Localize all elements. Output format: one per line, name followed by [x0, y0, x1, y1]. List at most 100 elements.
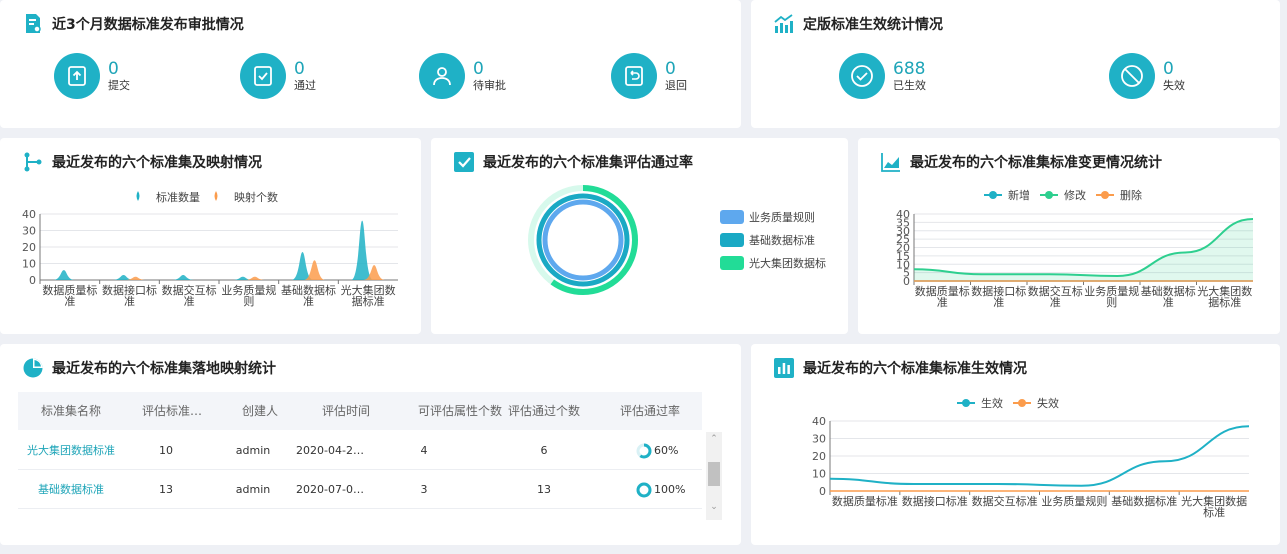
header-name[interactable]: 标准集名称	[18, 392, 124, 430]
cell-rate: 100%	[654, 483, 686, 496]
cell-passed: 13	[537, 483, 551, 496]
x-tick-label: 数据质量标准	[42, 283, 97, 308]
stat-approved[interactable]: 0 通过	[240, 53, 316, 99]
legend-swatch	[720, 210, 744, 224]
y-tick-label: 30	[812, 433, 826, 446]
landing-card-title: 最近发布的六个标准集落地映射统计	[22, 356, 276, 380]
legend-label: 业务质量规则	[749, 210, 815, 224]
return-icon	[611, 53, 657, 99]
x-tick-label: 业务质量规则	[1041, 494, 1107, 508]
legend-swatch	[720, 256, 744, 270]
x-tick-label: 光大集团数据标准	[341, 283, 396, 308]
header-count[interactable]: 评估标准…	[124, 392, 220, 430]
stat-submit[interactable]: 0 提交	[54, 53, 130, 99]
effective-card-title: 定版标准生效统计情况	[773, 12, 943, 36]
cell-count: 13	[159, 483, 173, 496]
legend-label: 标准数量	[156, 190, 200, 204]
cell-rate: 60%	[654, 444, 679, 457]
effective-title-text: 定版标准生效统计情况	[803, 17, 943, 33]
table-row[interactable]: 光大集团数据标准 10 admin 2020-04-2… 4 6 60%	[18, 431, 702, 470]
passrate-chart: 业务质量规则基础数据标准光大集团数据标	[528, 185, 826, 295]
mapping-card: 最近发布的六个标准集及映射情况 标准数量 映射个数 0 10 20 30 40 数据质量标准数…	[0, 138, 421, 334]
check-doc-icon	[240, 53, 286, 99]
cell-name[interactable]: 基础数据标准	[18, 470, 124, 509]
cell-attrs: 3	[420, 483, 428, 496]
legend-marker	[136, 191, 140, 201]
stat-label: 失效	[1163, 79, 1185, 92]
user-icon	[419, 53, 465, 99]
pass-rate-ring	[636, 443, 652, 459]
scroll-down-icon[interactable]: ⌄	[706, 500, 722, 514]
y-tick-label: 30	[22, 225, 36, 238]
x-tick-label: 数据交互标准	[1028, 284, 1083, 309]
cell-time: 2020-04-2…	[296, 444, 364, 457]
legend-label: 基础数据标准	[749, 233, 815, 247]
legend-marker	[1101, 191, 1109, 199]
stat-value: 688	[893, 59, 926, 79]
ban-icon	[1109, 53, 1155, 99]
cell-time: 2020-07-0…	[296, 483, 364, 496]
y-tick-label: 10	[812, 468, 826, 481]
status-chart: 生效 失效 0 10 20 30 40 数据质量标准 数据接口标准 数据交互标准 业务质量规则 基础数…	[812, 396, 1250, 519]
bar-standard-count	[172, 275, 195, 280]
x-tick-label: 数据接口标准	[971, 284, 1026, 309]
ring-业务质量规则	[542, 199, 624, 281]
change-chart: 新增 修改 删除0510152025303540数据质量标准数据接口标准数据交互标准…	[896, 188, 1254, 309]
document-search-icon	[26, 14, 41, 33]
approval-card: 近3个月数据标准发布审批情况 0 提交 0 通过 0 待审批 0 退回	[0, 0, 741, 128]
x-tick-label: 数据交互标准	[972, 494, 1038, 508]
trend-bar-icon	[774, 14, 793, 33]
stat-label: 退回	[665, 79, 687, 92]
x-tick-label: 数据质量标准	[915, 284, 970, 309]
effective-card: 定版标准生效统计情况 688 已生效 0 失效	[751, 0, 1280, 128]
y-tick-label: 10	[22, 258, 36, 271]
legend-marker	[1018, 399, 1026, 407]
stat-label: 提交	[108, 79, 130, 92]
stat-invalid[interactable]: 0 失效	[1109, 53, 1185, 99]
mapping-chart: 标准数量 映射个数 0 10 20 30 40 数据质量标准数据接口标准数据交互标准业务质量规…	[22, 190, 398, 308]
scroll-up-icon[interactable]: ⌃	[706, 432, 722, 446]
passrate-card: 最近发布的六个标准集评估通过率 业务质量规则 基础数据标准 光大集团数据标	[431, 138, 848, 334]
scroll-thumb[interactable]	[708, 462, 720, 486]
bar-standard-count	[351, 220, 374, 280]
x-tick-label: 数据质量标准	[832, 494, 898, 508]
y-tick-label: 20	[812, 450, 826, 463]
y-tick-label: 40	[896, 208, 910, 221]
table-scrollbar[interactable]: ⌃ ⌄	[706, 432, 722, 520]
legend-label: 映射个数	[234, 190, 278, 204]
stat-pending[interactable]: 0 待审批	[419, 53, 506, 99]
landing-title-text: 最近发布的六个标准集落地映射统计	[52, 361, 276, 377]
x-tick-label: 数据接口标准	[102, 283, 157, 308]
x-tick-label: 基础数据标准	[1141, 284, 1196, 309]
change-card: 最近发布的六个标准集标准变更情况统计 新增 修改 删除 0 5 10 15 20 25 30 35 4…	[858, 138, 1280, 334]
legend-label: 删除	[1120, 188, 1142, 202]
header-passed[interactable]: 评估通过个数	[488, 392, 600, 430]
cell-attrs: 4	[420, 444, 428, 457]
cell-passed: 6	[540, 444, 548, 457]
cell-name[interactable]: 光大集团数据标准	[18, 431, 124, 470]
header-time[interactable]: 评估时间	[300, 392, 392, 430]
legend-marker	[989, 191, 997, 199]
header-rate[interactable]: 评估通过率	[604, 392, 696, 430]
header-creator[interactable]: 创建人	[220, 392, 300, 430]
legend-marker	[1045, 191, 1053, 199]
stat-label: 通过	[294, 79, 316, 92]
cell-count: 10	[159, 444, 173, 457]
stat-returned[interactable]: 0 退回	[611, 53, 687, 99]
x-tick-label: 业务质量规则	[1084, 284, 1139, 309]
legend-label: 生效	[981, 396, 1003, 410]
table-header: 标准集名称 评估标准… 创建人 评估时间 可评估属性个数 评估通过个数 评估通过…	[18, 392, 702, 430]
stat-value: 0	[1163, 59, 1174, 79]
approval-card-title: 近3个月数据标准发布审批情况	[22, 12, 244, 36]
legend-label: 失效	[1037, 396, 1059, 410]
x-tick-label: 光大集团数据标准	[1197, 284, 1252, 309]
pie-chart-icon	[23, 358, 43, 378]
table-row[interactable]: 基础数据标准 13 admin 2020-07-0… 3 13 100%	[18, 470, 702, 509]
stat-effective[interactable]: 688 已生效	[839, 53, 926, 99]
legend-marker	[214, 191, 218, 201]
stat-value: 0	[108, 59, 119, 79]
check-circle-icon	[839, 53, 885, 99]
pass-rate-ring	[636, 482, 652, 498]
x-tick-label: 光大集团数据标准	[1181, 494, 1247, 519]
legend-label: 光大集团数据标	[749, 256, 826, 270]
